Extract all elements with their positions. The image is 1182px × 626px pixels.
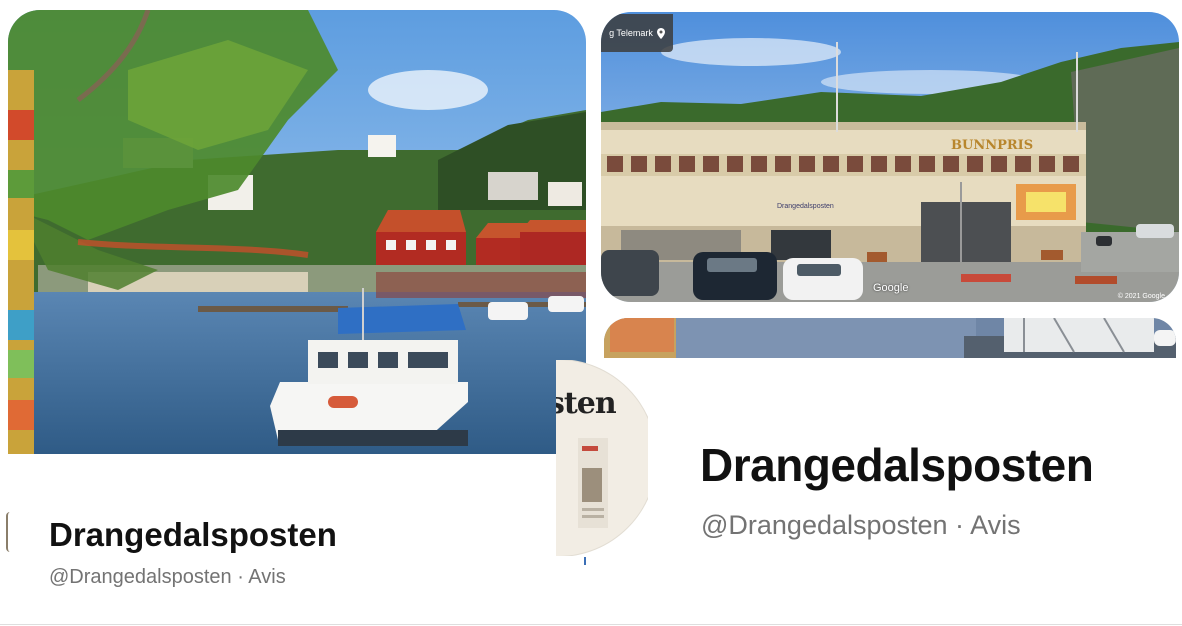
- profile-handle-right: @Drangedalsposten · Avis: [701, 510, 1021, 540]
- profile-handle-left: @Drangedalsposten · Avis: [49, 566, 286, 588]
- newspaper-clipping-icon: [578, 438, 608, 528]
- strip-photo: [604, 318, 1176, 358]
- profile-name-left: Drangedalsposten: [49, 516, 337, 553]
- avatar-right[interactable]: sten: [556, 360, 648, 556]
- divider-mark: [584, 557, 586, 565]
- store-banner: Drangedalsposten: [777, 203, 834, 210]
- store-photo: BUNNPRIS Drangedalsposten: [601, 12, 1179, 302]
- avatar-left[interactable]: [6, 512, 14, 552]
- avatar-image: sten: [556, 360, 648, 556]
- map-pin-icon: [656, 27, 665, 39]
- location-label: g Telemark: [609, 28, 653, 38]
- cover-photo-street-view[interactable]: BUNNPRIS Drangedalsposten g Telemark Goo…: [601, 12, 1179, 302]
- bottom-divider: [0, 624, 1182, 625]
- cover-photo-strip[interactable]: [604, 318, 1176, 358]
- location-chip[interactable]: g Telemark: [601, 14, 673, 52]
- google-watermark: Google: [873, 282, 909, 294]
- avatar-logo-text: sten: [556, 386, 617, 421]
- profile-name-right: Drangedalsposten: [700, 439, 1094, 491]
- harbor-photo: [8, 10, 586, 454]
- copyright-text: © 2021 Google: [1117, 293, 1165, 300]
- store-sign: BUNNPRIS: [951, 138, 1033, 153]
- cover-photo-left[interactable]: [8, 10, 586, 454]
